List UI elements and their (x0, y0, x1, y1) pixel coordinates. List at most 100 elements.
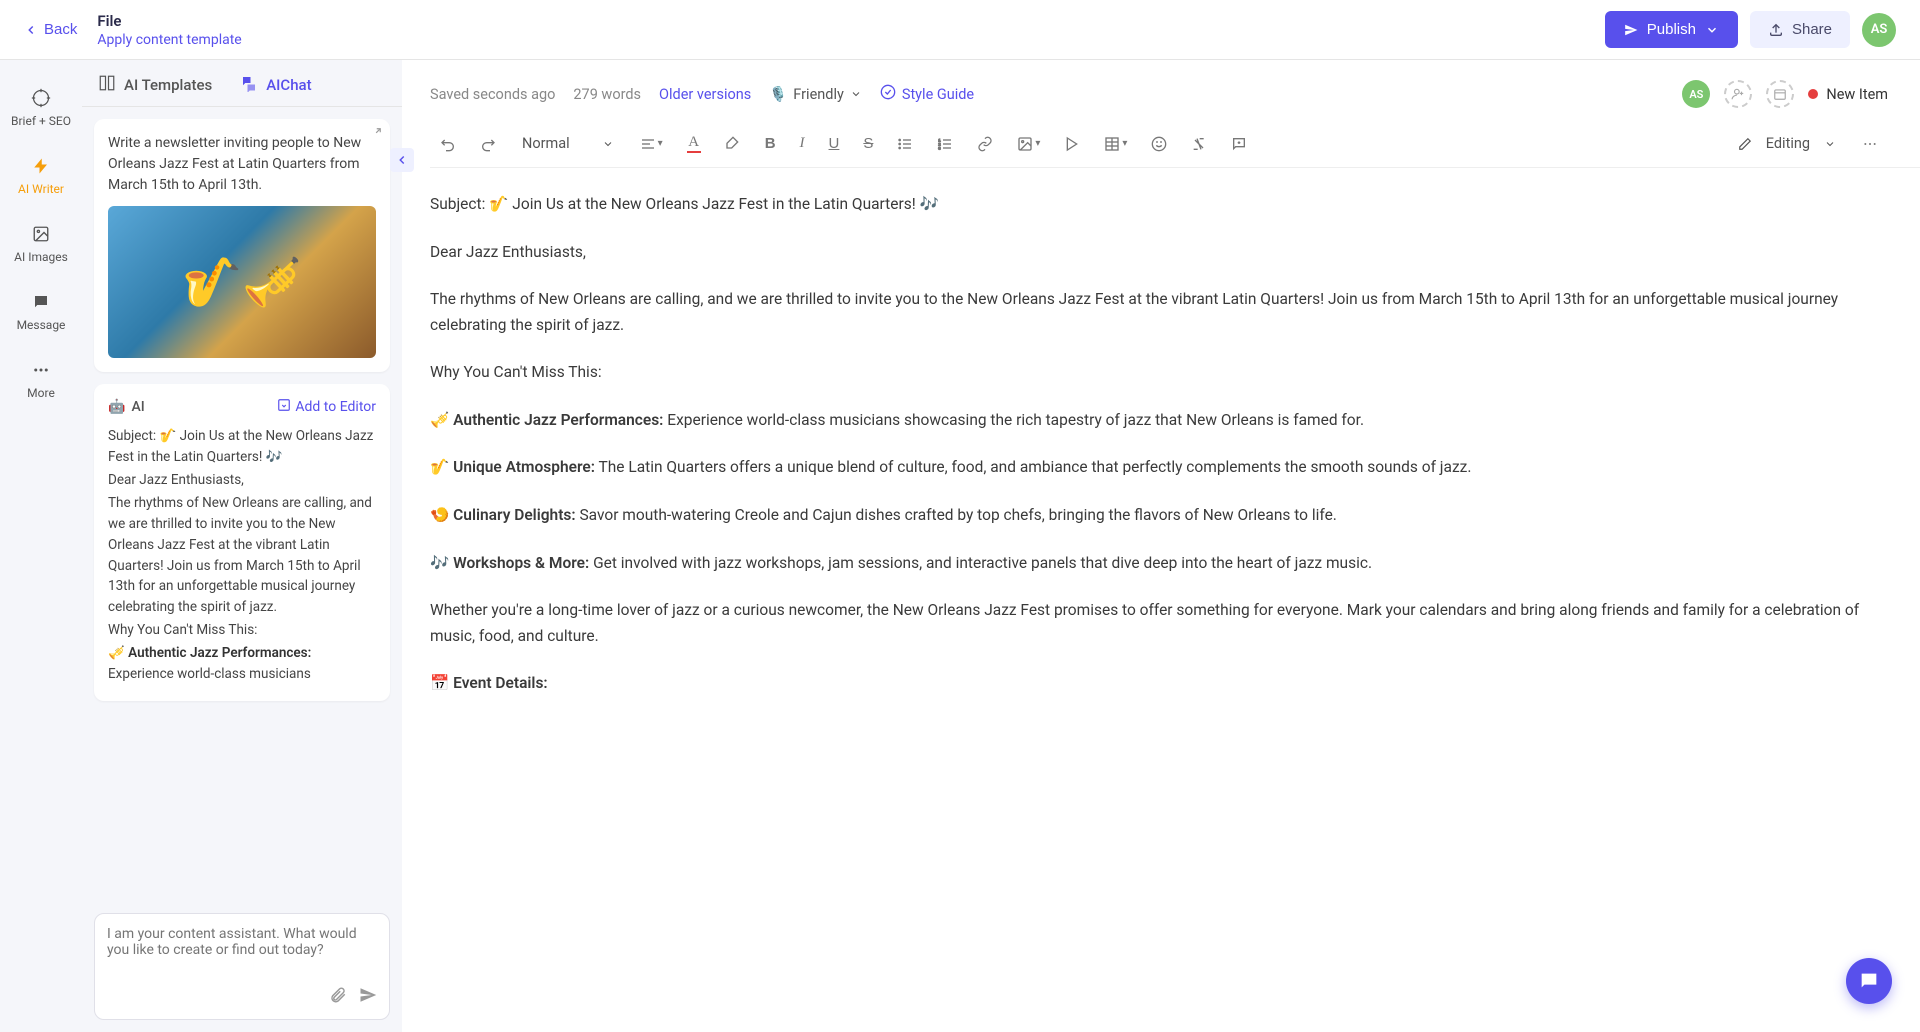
doc-paragraph: Subject: 🎷 Join Us at the New Orleans Ja… (430, 192, 1860, 218)
bold-text: Authentic Jazz Performances: (128, 645, 311, 661)
bold-text: Authentic Jazz Performances: (453, 411, 663, 429)
doc-paragraph: 🍤 Culinary Delights: Savor mouth-waterin… (430, 503, 1860, 529)
rail-label: More (27, 386, 55, 400)
bullet-list-button[interactable] (891, 132, 919, 156)
text: Savor mouth-watering Creole and Cajun di… (576, 506, 1337, 524)
calendar-icon (1773, 87, 1787, 101)
apply-template-link[interactable]: Apply content template (97, 32, 241, 48)
collaborator-avatar[interactable]: AS (1682, 80, 1710, 108)
add-to-editor-button[interactable]: Add to Editor (277, 398, 376, 416)
saved-status: Saved seconds ago (430, 86, 555, 103)
publish-button[interactable]: Publish (1605, 11, 1738, 48)
highlight-button[interactable] (719, 132, 747, 156)
comment-icon (1231, 136, 1247, 152)
doc-paragraph: 🎶 Workshops & More: Get involved with ja… (430, 551, 1860, 577)
bold-button[interactable]: B (759, 131, 782, 156)
italic-icon: I (800, 135, 805, 152)
numbered-list-button[interactable]: 123 (931, 132, 959, 156)
send-button[interactable] (359, 986, 377, 1007)
tab-ai-chat[interactable]: AIChat (240, 74, 311, 96)
rail-label: Brief + SEO (11, 114, 71, 128)
clear-format-button[interactable] (1185, 132, 1213, 156)
emoji-button[interactable] (1145, 132, 1173, 156)
doc-paragraph: 🎺 Authentic Jazz Performances: Experienc… (430, 408, 1860, 434)
chevron-left-icon (395, 153, 409, 167)
list-ol-icon: 123 (937, 136, 953, 152)
chevron-down-icon (602, 138, 614, 150)
editor-area: Saved seconds ago 279 words Older versio… (402, 60, 1920, 1032)
strikethrough-button[interactable]: S (857, 131, 879, 156)
send-icon (1623, 23, 1639, 37)
chevron-down-icon (850, 88, 862, 100)
table-button[interactable]: ▾ (1098, 132, 1133, 156)
emoji: 📅 (430, 674, 453, 692)
word-count: 279 words (573, 86, 641, 103)
rail-brief-seo[interactable]: Brief + SEO (0, 76, 82, 140)
text-color-button[interactable]: A (681, 130, 707, 157)
table-icon (1104, 136, 1120, 152)
chevron-down-icon (1704, 23, 1720, 37)
user-message-text: Write a newsletter inviting people to Ne… (108, 133, 376, 196)
emoji: 🍤 (430, 506, 453, 524)
style-guide-label: Style Guide (902, 86, 974, 103)
link-icon (977, 136, 993, 152)
text-color-icon: A (688, 134, 699, 151)
insert-icon (277, 398, 291, 416)
chat-input[interactable] (107, 926, 377, 974)
rail-ai-writer[interactable]: AI Writer (0, 144, 82, 208)
editor-toolbar: Normal ▾ A B I U S 123 ▾ ▾ (430, 120, 1920, 168)
chevron-left-icon (24, 23, 38, 37)
calendar-button[interactable] (1766, 80, 1794, 108)
back-label: Back (44, 21, 77, 38)
back-button[interactable]: Back (24, 21, 77, 38)
collapse-panel-button[interactable] (390, 148, 414, 172)
italic-button[interactable]: I (794, 131, 811, 156)
redo-icon (480, 136, 496, 152)
doc-paragraph: The rhythms of New Orleans are calling, … (430, 287, 1860, 338)
tab-ai-templates[interactable]: AI Templates (98, 74, 212, 96)
doc-paragraph: Why You Can't Miss This: (430, 360, 1860, 386)
expand-icon[interactable] (368, 127, 382, 145)
help-chat-bubble[interactable] (1846, 958, 1892, 1004)
rail-ai-images[interactable]: AI Images (0, 212, 82, 276)
chevron-down-icon (1824, 138, 1836, 150)
workflow-status[interactable]: New Item (1808, 86, 1888, 103)
video-button[interactable] (1058, 132, 1086, 156)
ai-message-body: Subject: 🎷 Join Us at the New Orleans Ja… (108, 426, 376, 685)
rail-message[interactable]: Message (0, 280, 82, 344)
attach-button[interactable] (329, 986, 347, 1007)
text: The Latin Quarters offers a unique blend… (595, 458, 1471, 476)
chat-panel: AI Templates AIChat Write a newsletter i… (82, 60, 402, 1032)
image-icon (31, 224, 51, 244)
share-button[interactable]: Share (1750, 11, 1850, 48)
more-icon (31, 360, 51, 380)
attached-image (108, 206, 376, 358)
more-toolbar-button[interactable] (1856, 132, 1884, 156)
doc-paragraph: Dear Jazz Enthusiasts, (430, 240, 1860, 266)
align-left-icon (640, 136, 656, 152)
align-button[interactable]: ▾ (634, 132, 669, 156)
comment-button[interactable] (1225, 132, 1253, 156)
tab-label: AIChat (266, 76, 311, 94)
style-guide-link[interactable]: Style Guide (880, 84, 974, 104)
rail-more[interactable]: More (0, 348, 82, 412)
document-content[interactable]: Subject: 🎷 Join Us at the New Orleans Ja… (430, 168, 1920, 1032)
underline-button[interactable]: U (823, 131, 846, 156)
user-plus-icon (1731, 87, 1745, 101)
older-versions-link[interactable]: Older versions (659, 86, 751, 103)
add-collaborator-button[interactable] (1724, 80, 1752, 108)
redo-button[interactable] (474, 132, 502, 156)
block-style-select[interactable]: Normal (514, 131, 622, 156)
editing-mode-select[interactable]: Editing (1730, 131, 1844, 156)
tone-selector[interactable]: 🎙️ Friendly (769, 86, 862, 103)
strike-icon: S (863, 135, 873, 152)
block-style-label: Normal (522, 135, 570, 152)
ai-message: 🤖 AI Add to Editor Subject: 🎷 Join Us at… (94, 384, 390, 701)
undo-button[interactable] (434, 132, 462, 156)
user-message: Write a newsletter inviting people to Ne… (94, 119, 390, 372)
user-avatar[interactable]: AS (1862, 13, 1896, 47)
link-button[interactable] (971, 132, 999, 156)
share-label: Share (1792, 21, 1832, 38)
image-button[interactable]: ▾ (1011, 132, 1046, 156)
underline-icon: U (829, 135, 840, 152)
